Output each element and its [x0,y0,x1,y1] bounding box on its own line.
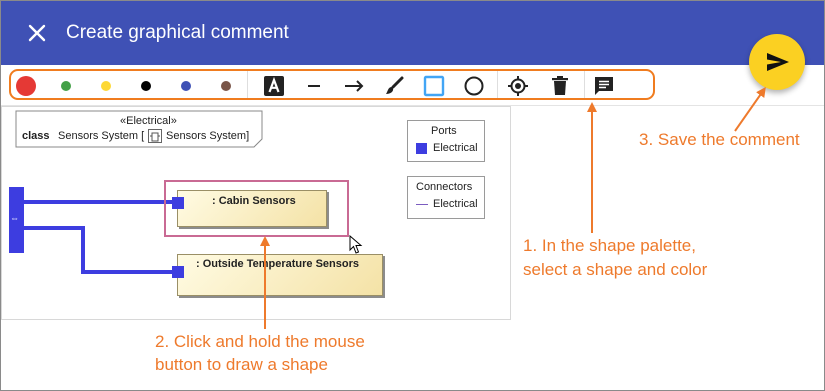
annotation-step2-line2: button to draw a shape [155,355,328,374]
annotation-step3: 3. Save the comment [639,130,800,149]
annotation-step2-line1: 2. Click and hold the mouse [155,332,365,351]
screenshot-frame: Create graphical comment «Electrical» cl… [0,0,825,391]
annotation-step1-line2: select a shape and color [523,260,708,279]
annotation-arrows [260,86,766,329]
annotation-step1-line1: 1. In the shape palette, [523,236,696,255]
arrow-step3 [734,86,766,132]
